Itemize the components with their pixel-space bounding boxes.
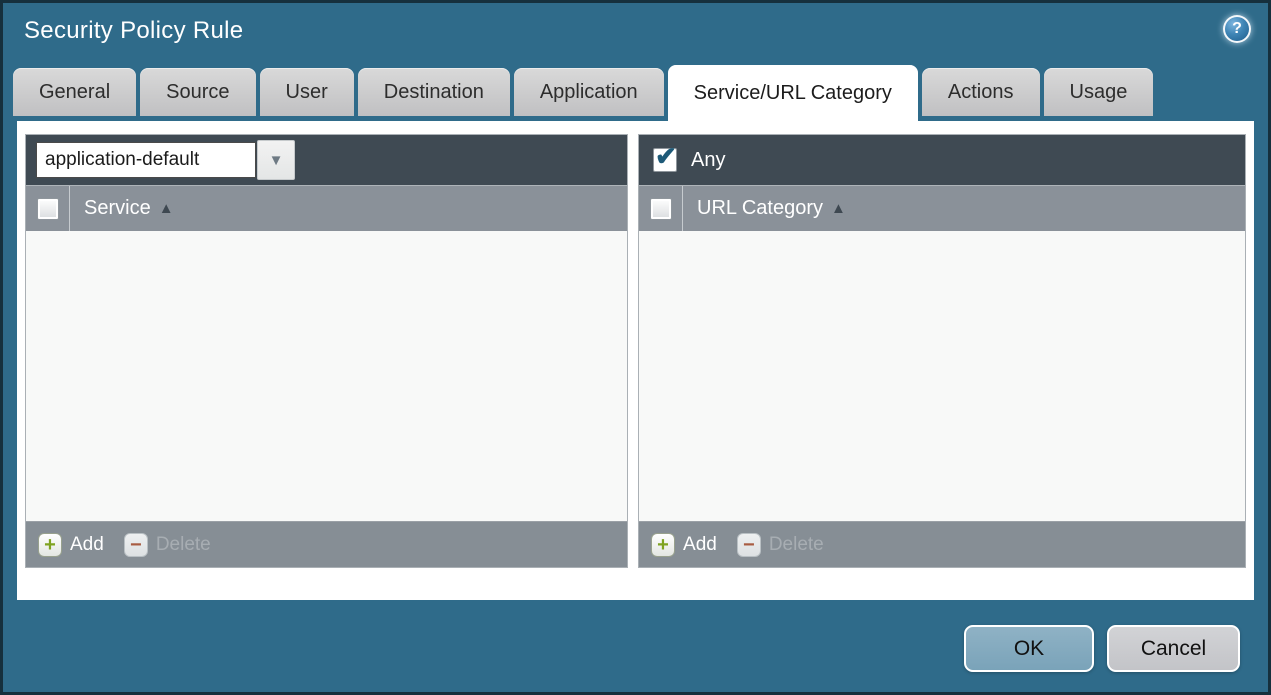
tab-actions[interactable]: Actions xyxy=(921,68,1040,116)
service-select-all-checkbox[interactable]: ✔ xyxy=(36,197,59,220)
sort-ascending-icon[interactable]: ▲ xyxy=(159,200,174,217)
tab-source[interactable]: Source xyxy=(140,68,256,116)
checkmark-icon: ✔ xyxy=(655,141,677,171)
help-icon[interactable]: ? xyxy=(1223,15,1251,43)
title-bar: Security Policy Rule ? xyxy=(3,3,1268,63)
question-mark-glyph: ? xyxy=(1232,20,1242,37)
url-delete-button[interactable]: − Delete xyxy=(736,532,824,557)
tab-content: ▼ ✔ Service ▲ + Add xyxy=(17,121,1254,600)
dialog-action-buttons: OK Cancel xyxy=(964,625,1240,672)
service-panel: ▼ ✔ Service ▲ + Add xyxy=(25,134,629,568)
any-checkbox[interactable]: ✔ xyxy=(653,141,678,172)
sort-ascending-icon[interactable]: ▲ xyxy=(831,200,846,217)
url-category-panel-footer: + Add − Delete xyxy=(639,521,1245,567)
tab-destination[interactable]: Destination xyxy=(357,68,510,116)
url-select-all-checkbox[interactable]: ✔ xyxy=(649,197,672,220)
tab-label: Source xyxy=(166,80,230,103)
service-type-input[interactable] xyxy=(36,142,256,178)
url-select-all-cell: ✔ xyxy=(639,186,684,231)
plus-icon: + xyxy=(651,532,676,557)
minus-icon: − xyxy=(123,532,148,557)
service-select-all-cell: ✔ xyxy=(26,186,70,231)
service-table-header: ✔ Service ▲ xyxy=(26,185,628,231)
any-row: ✔ Any xyxy=(649,141,726,172)
add-button-label: Add xyxy=(70,533,104,555)
tab-label: Destination xyxy=(383,80,484,103)
service-type-dropdown-button[interactable]: ▼ xyxy=(257,140,295,180)
tab-label: Service/URL Category xyxy=(693,81,892,104)
service-column-header[interactable]: Service xyxy=(84,197,151,220)
url-category-toolbar: ✔ Any xyxy=(639,135,1245,185)
any-label: Any xyxy=(691,148,726,171)
tab-usage[interactable]: Usage xyxy=(1043,68,1154,116)
tab-label: Actions xyxy=(947,80,1014,103)
tab-label: General xyxy=(39,80,111,103)
security-policy-rule-dialog: Security Policy Rule ? General Source Us… xyxy=(0,0,1271,695)
tab-bar: General Source User Destination Applicat… xyxy=(13,65,1268,121)
url-category-panel: ✔ Any ✔ URL Category ▲ + Add xyxy=(638,134,1246,568)
chevron-down-icon: ▼ xyxy=(268,151,284,169)
ok-button[interactable]: OK xyxy=(964,625,1094,672)
tab-general[interactable]: General xyxy=(13,68,137,116)
cancel-button[interactable]: Cancel xyxy=(1107,625,1240,672)
url-category-table-header: ✔ URL Category ▲ xyxy=(639,185,1245,231)
add-button-label: Add xyxy=(683,533,717,555)
delete-button-label: Delete xyxy=(768,533,824,555)
dialog-title: Security Policy Rule xyxy=(24,17,244,44)
url-category-list[interactable] xyxy=(639,231,1245,521)
tab-label: Usage xyxy=(1069,80,1128,103)
delete-button-label: Delete xyxy=(155,533,211,555)
url-add-button[interactable]: + Add xyxy=(651,532,717,557)
service-list[interactable] xyxy=(26,231,628,521)
url-category-column-header[interactable]: URL Category xyxy=(697,197,823,220)
service-panel-toolbar: ▼ xyxy=(26,135,628,185)
minus-icon: − xyxy=(736,532,761,557)
service-type-combobox: ▼ xyxy=(36,140,295,180)
tab-service-url-category[interactable]: Service/URL Category xyxy=(667,65,918,121)
service-add-button[interactable]: + Add xyxy=(38,532,104,557)
tab-label: Application xyxy=(539,80,638,103)
service-delete-button[interactable]: − Delete xyxy=(123,532,211,557)
service-panel-footer: + Add − Delete xyxy=(26,521,628,567)
plus-icon: + xyxy=(38,532,62,557)
tab-user[interactable]: User xyxy=(259,68,354,116)
tab-application[interactable]: Application xyxy=(513,68,664,116)
tab-label: User xyxy=(285,80,328,103)
